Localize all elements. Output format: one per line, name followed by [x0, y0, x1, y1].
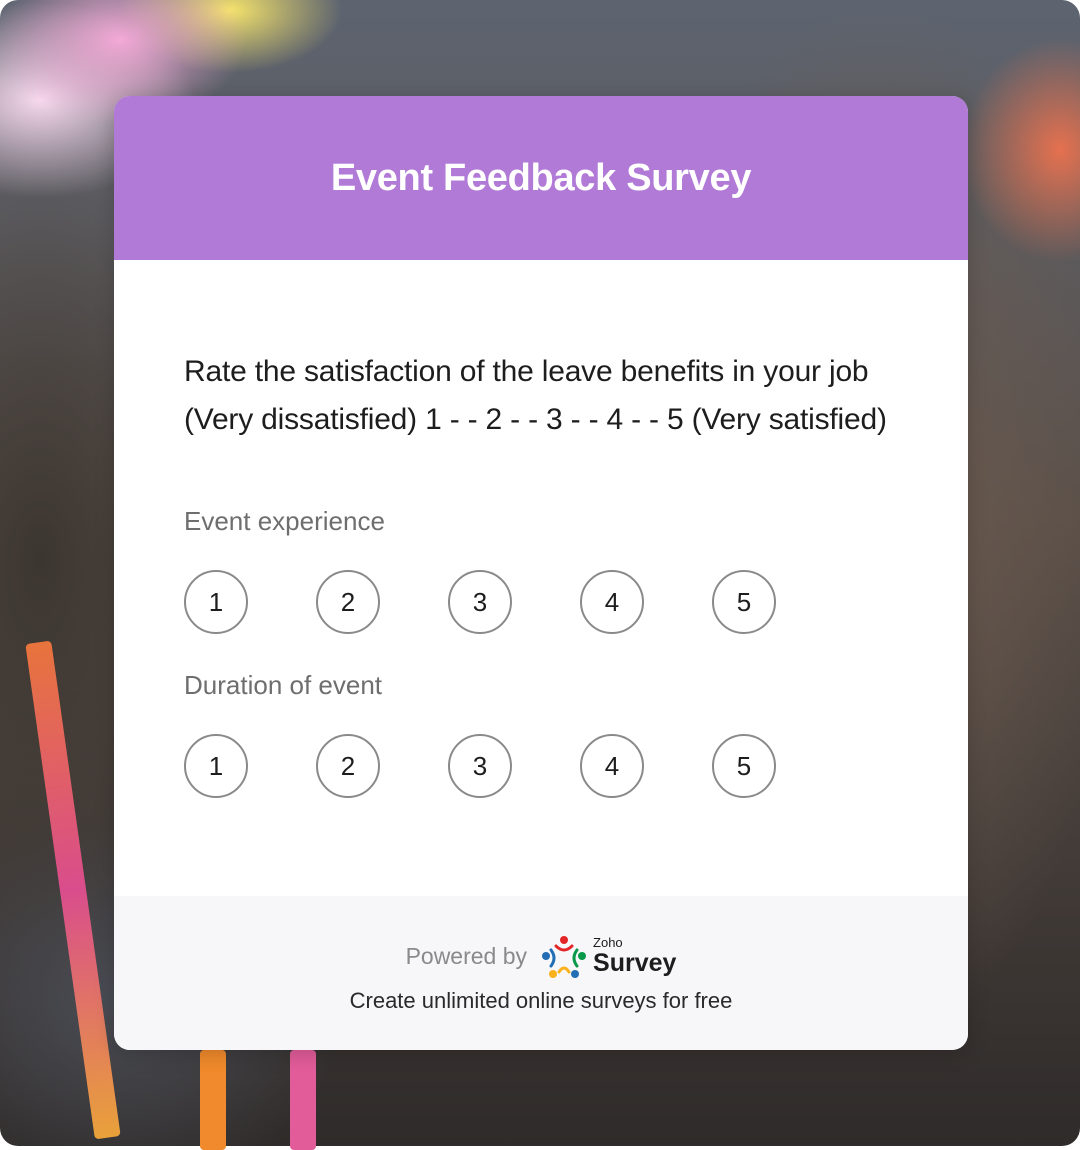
logo-wordmark: Zoho Survey	[593, 936, 676, 976]
rating-option[interactable]: 3	[448, 734, 512, 798]
survey-footer: Powered by Zoho Survey Create unlimited …	[114, 896, 968, 1050]
logo-survey-text: Survey	[593, 949, 677, 977]
rating-option[interactable]: 3	[448, 570, 512, 634]
powered-by-row: Powered by Zoho Survey	[114, 934, 968, 978]
rating-options-event-experience: 1 2 3 4 5	[184, 570, 844, 634]
rating-option[interactable]: 1	[184, 734, 248, 798]
question-scale-line: (Very dissatisfied) 1 - - 2 - - 3 - - 4 …	[184, 403, 887, 436]
question-line: Rate the satisfaction of the leave benef…	[184, 355, 869, 388]
survey-card: Event Feedback Survey Rate the satisfact…	[114, 96, 968, 1050]
footer-tagline[interactable]: Create unlimited online surveys for free	[114, 988, 968, 1014]
zoho-survey-logo[interactable]: Zoho Survey	[541, 934, 676, 978]
row-label-event-experience: Event experience	[184, 506, 385, 536]
rating-option[interactable]: 1	[184, 570, 248, 634]
row-label-duration-of-event: Duration of event	[184, 670, 383, 700]
survey-title: Event Feedback Survey	[330, 156, 752, 199]
rating-option[interactable]: 2	[316, 734, 380, 798]
lanyard-decoration	[290, 1050, 316, 1150]
lanyard-decoration	[200, 1050, 226, 1150]
rating-option[interactable]: 4	[580, 570, 644, 634]
rating-option[interactable]: 2	[316, 570, 380, 634]
question-text: Rate the satisfaction of the leave benef…	[184, 348, 944, 444]
rating-option[interactable]: 5	[712, 570, 776, 634]
zoho-survey-logo-icon	[542, 936, 587, 978]
rating-options-duration-of-event: 1 2 3 4 5	[184, 734, 844, 798]
logo-zoho-text: Zoho	[593, 935, 623, 950]
rating-option[interactable]: 4	[580, 734, 644, 798]
survey-header: Event Feedback Survey	[114, 96, 968, 260]
rating-option[interactable]: 5	[712, 734, 776, 798]
powered-by-text: Powered by	[405, 942, 528, 969]
